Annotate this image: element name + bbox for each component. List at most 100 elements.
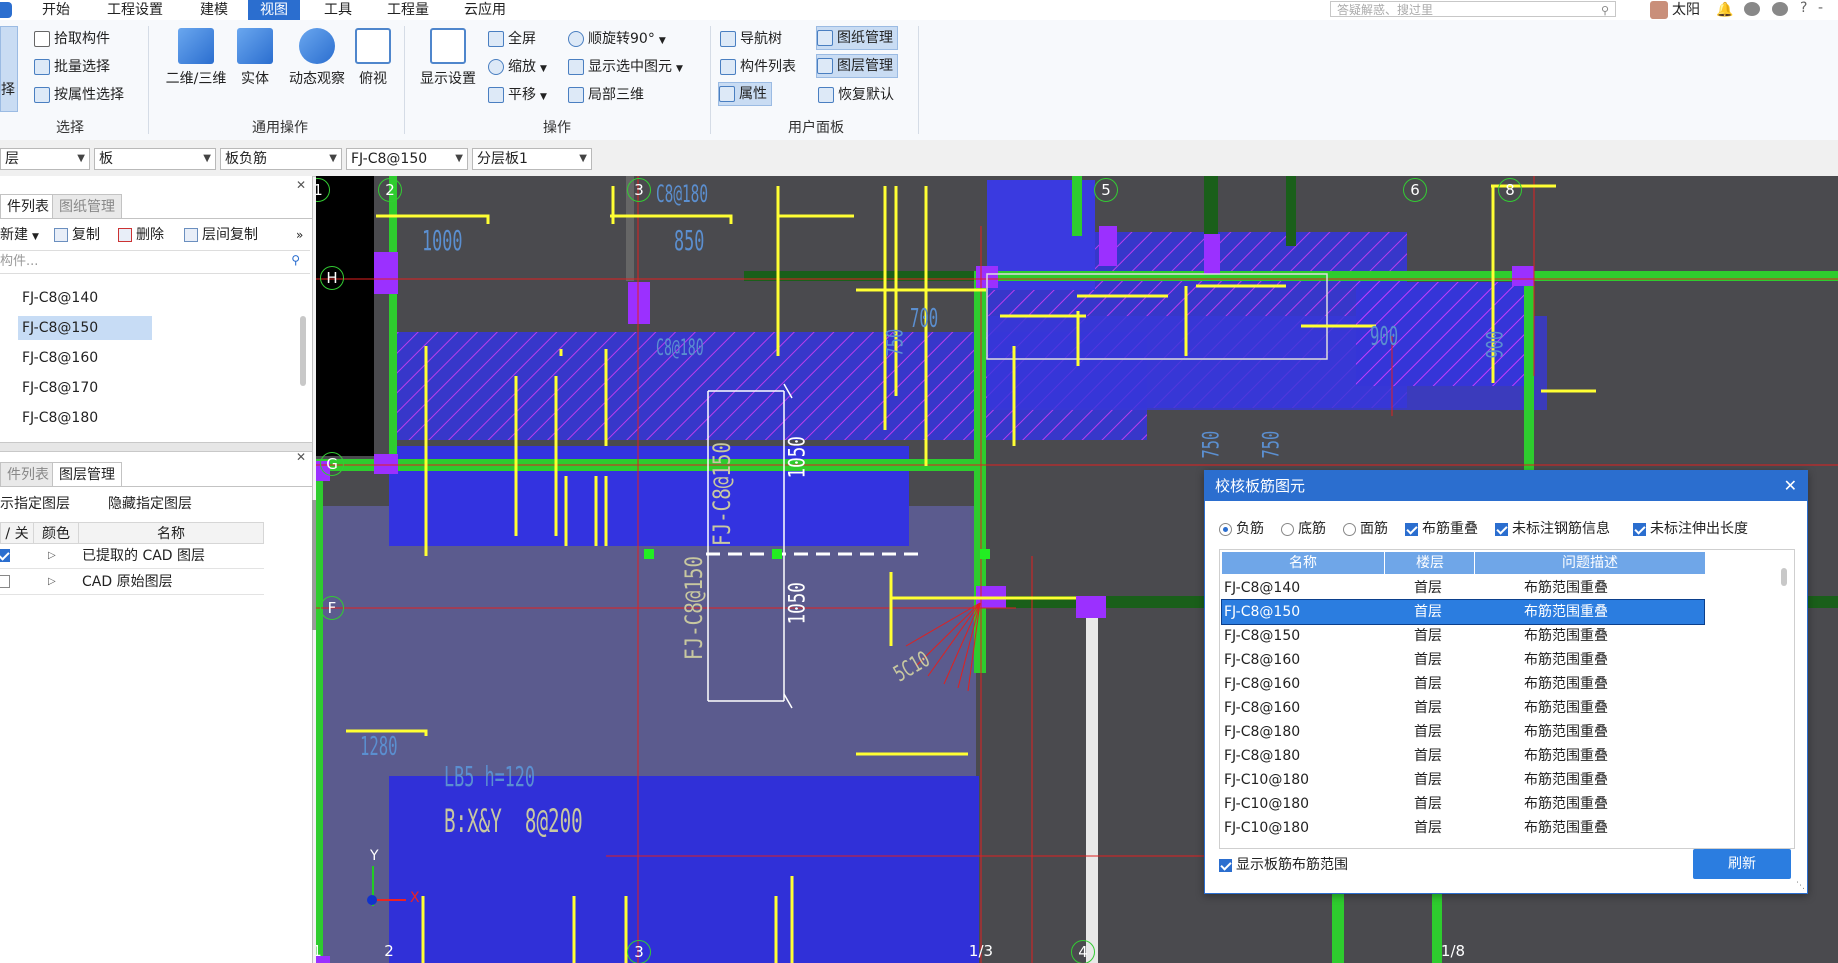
table-row[interactable]: FJ-C10@180 首层 布筋范围重叠 (1222, 768, 1704, 792)
radio-neg-rebar[interactable]: 负筋 (1219, 519, 1264, 539)
table-row[interactable]: FJ-C10@180 首层 布筋范围重叠 (1222, 792, 1704, 816)
show-layer-button[interactable]: 示指定图层 (0, 492, 70, 516)
rotate-button[interactable]: 顺旋转90° ▼ (568, 28, 666, 50)
close-icon[interactable]: ✕ (1784, 471, 1797, 501)
minimize-icon[interactable]: - (1818, 0, 1823, 16)
tab-drawing-mgmt[interactable]: 图纸管理 (52, 194, 122, 219)
category-select[interactable]: 板 ▼ (94, 148, 216, 170)
show-range-checkbox[interactable]: 显示板筋布筋范围 (1219, 855, 1348, 875)
help-icon[interactable]: ? (1800, 0, 1807, 16)
copy-button[interactable]: 复制 (54, 223, 100, 247)
table-row[interactable]: ▷ 已提取的 CAD 图层 (0, 544, 264, 569)
menu-project-settings[interactable]: 工程设置 (99, 0, 171, 20)
menu-cloud-app[interactable]: 云应用 (456, 0, 514, 20)
issue-table[interactable]: 名称 楼层 问题描述 FJ-C8@140 首层 布筋范围重叠 FJ-C8@150 首层… (1219, 549, 1795, 849)
hide-layer-button[interactable]: 隐藏指定图层 (108, 492, 192, 516)
new-button[interactable]: 新建 ▼ (0, 223, 39, 247)
fullscreen-button[interactable]: 全屏 (488, 28, 536, 50)
display-settings-button[interactable]: 显示设置 (412, 20, 484, 88)
floor-select[interactable]: 层 ▼ (0, 148, 90, 170)
search-input[interactable]: 答疑解惑、搜过里 ⚲ (1330, 1, 1616, 17)
unmarked-info-checkbox[interactable]: 未标注钢筋信息 (1495, 519, 1610, 539)
dynamic-observe-button[interactable]: 动态观察 (282, 20, 352, 88)
avatar[interactable] (1650, 1, 1668, 19)
layer-visible-checkbox[interactable] (0, 549, 10, 562)
table-row-selected[interactable]: FJ-C8@150 首层 布筋范围重叠 (1221, 599, 1705, 625)
expand-icon[interactable]: ▷ (48, 570, 56, 594)
properties-button[interactable]: 属性 (718, 82, 772, 106)
table-row[interactable]: FJ-C8@150 首层 布筋范围重叠 (1222, 624, 1704, 648)
type-select[interactable]: 板负筋 ▼ (220, 148, 342, 170)
overlap-checkbox[interactable]: 布筋重叠 (1405, 519, 1478, 539)
expand-icon[interactable]: ▷ (48, 544, 56, 568)
menu-quantity[interactable]: 工程量 (379, 0, 437, 20)
tab-component-list[interactable]: 件列表 (0, 194, 56, 219)
table-row[interactable]: FJ-C8@160 首层 布筋范围重叠 (1222, 648, 1704, 672)
layer-select[interactable]: 分层板1 ▼ (472, 148, 592, 170)
nav-tree-button[interactable]: 导航树 (720, 28, 782, 50)
table-row[interactable]: FJ-C8@140 首层 布筋范围重叠 (1222, 576, 1704, 600)
pick-component-button[interactable]: 拾取构件 (34, 28, 110, 50)
scrollbar[interactable] (1779, 554, 1789, 844)
close-icon[interactable]: ✕ (296, 450, 306, 464)
table-row[interactable]: FJ-C8@160 首层 布筋范围重叠 (1222, 696, 1704, 720)
column-header-problem[interactable]: 问题描述 (1474, 552, 1705, 574)
dialog-title[interactable]: 校核板筋图元 (1205, 471, 1807, 501)
list-item-selected[interactable]: FJ-C8@150 (18, 316, 152, 340)
component-search-input[interactable]: 构件... ⚲ (0, 250, 310, 274)
tab-layer-mgmt[interactable]: 图层管理 (52, 462, 122, 487)
close-icon[interactable]: ✕ (296, 178, 306, 192)
select-button[interactable]: 择 (0, 26, 18, 112)
more-icon[interactable]: » (296, 223, 303, 247)
floor-copy-button[interactable]: 层间复制 (184, 223, 258, 247)
table-row[interactable]: FJ-C10@180 首层 布筋范围重叠 (1222, 816, 1704, 840)
splitter[interactable] (0, 442, 312, 452)
column-header-floor[interactable]: 楼层 (1384, 552, 1475, 574)
radio-bottom-rebar[interactable]: 底筋 (1281, 519, 1326, 539)
batch-select-button[interactable]: 批量选择 (34, 56, 110, 78)
menu-tools[interactable]: 工具 (316, 0, 360, 20)
table-row[interactable]: FJ-C8@180 首层 布筋范围重叠 (1222, 744, 1704, 768)
component-list-button[interactable]: 构件列表 (720, 56, 796, 78)
delete-button[interactable]: 删除 (118, 223, 164, 247)
cell-name: FJ-C8@160 (1224, 700, 1301, 716)
search-icon[interactable]: ⚲ (291, 253, 300, 267)
search-icon[interactable]: ⚲ (1601, 3, 1609, 19)
local-3d-button[interactable]: 局部三维 (568, 84, 644, 106)
zoom-button[interactable]: 缩放 ▼ (488, 56, 547, 78)
drawing-mgmt-button[interactable]: 图纸管理 (816, 26, 898, 50)
solid-button[interactable]: 实体 (226, 20, 284, 88)
list-item[interactable]: FJ-C8@140 (18, 286, 152, 310)
table-row[interactable]: ▷ CAD 原始图层 (0, 570, 264, 595)
view-2d3d-button[interactable]: 二维/三维 (160, 20, 232, 88)
list-item[interactable]: FJ-C8@160 (18, 346, 152, 370)
layer-visible-checkbox[interactable] (0, 575, 10, 588)
pan-button[interactable]: 平移 ▼ (488, 84, 547, 106)
radio-top-rebar[interactable]: 面筋 (1343, 519, 1388, 539)
menu-modeling[interactable]: 建模 (192, 0, 236, 20)
message-icon[interactable] (1744, 2, 1760, 16)
menu-start[interactable]: 开始 (34, 0, 78, 20)
column-header-name[interactable]: 名称 (1222, 552, 1384, 574)
service-icon[interactable] (1772, 2, 1788, 16)
user-name[interactable]: 太阳 (1672, 0, 1700, 20)
restore-default-button[interactable]: 恢复默认 (818, 84, 894, 106)
unmarked-length-checkbox[interactable]: 未标注伸出长度 (1633, 519, 1748, 539)
top-view-button[interactable]: 俯视 (344, 20, 402, 88)
show-selected-button[interactable]: 显示选中图元 ▼ (568, 56, 683, 78)
layer-mgmt-button[interactable]: 图层管理 (816, 54, 898, 78)
refresh-button[interactable]: 刷新 (1693, 849, 1791, 879)
list-item[interactable]: FJ-C8@170 (18, 376, 152, 400)
table-row[interactable]: FJ-C8@160 首层 布筋范围重叠 (1222, 672, 1704, 696)
menu-view[interactable]: 视图 (248, 0, 300, 20)
resize-grip-icon[interactable]: ⋱ (1796, 881, 1805, 891)
app-logo-icon[interactable] (0, 2, 12, 18)
table-row[interactable]: FJ-C8@180 首层 布筋范围重叠 (1222, 720, 1704, 744)
component-select[interactable]: FJ-C8@150 ▼ (346, 148, 468, 170)
list-item[interactable]: FJ-C8@180 (18, 406, 152, 430)
scrollbar-thumb[interactable] (1781, 568, 1787, 586)
tab-component-list-lower[interactable]: 件列表 (0, 462, 56, 487)
select-by-attr-button[interactable]: 按属性选择 (34, 84, 124, 106)
bell-icon[interactable]: 🔔 (1716, 2, 1733, 18)
scrollbar-thumb[interactable] (300, 316, 306, 386)
